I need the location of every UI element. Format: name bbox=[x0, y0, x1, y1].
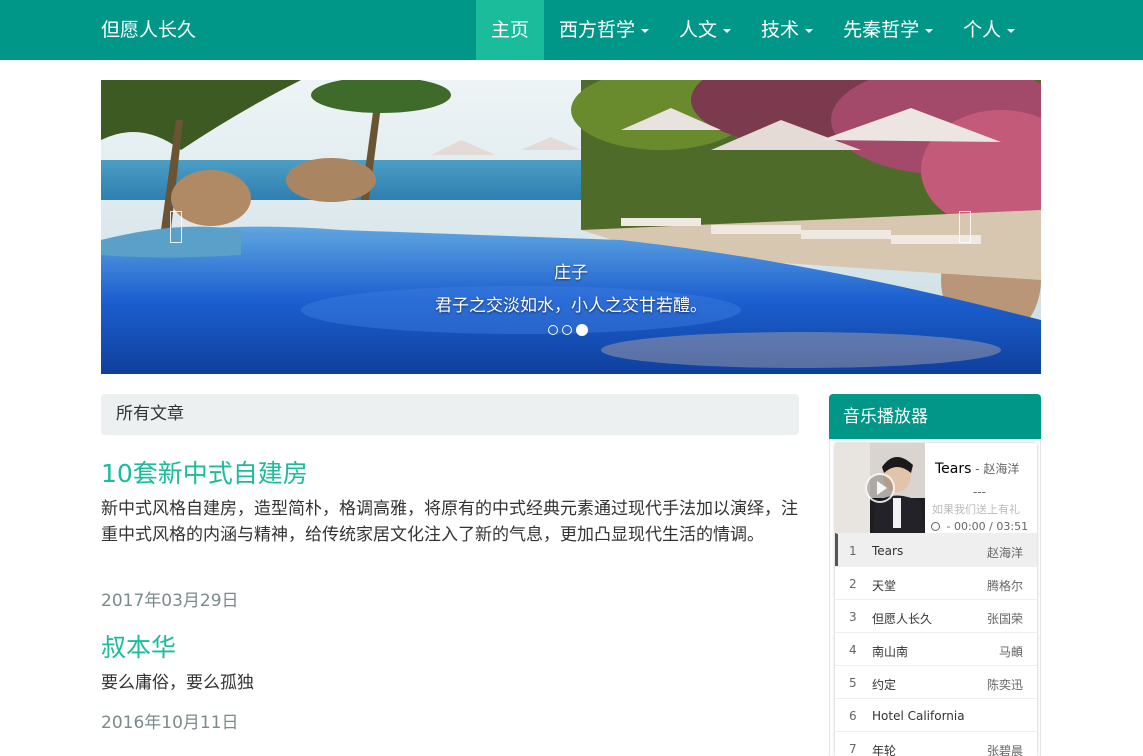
music-player-panel: Tears - 赵海洋 --- 如果我们送上有礼 - 00:00 / 03:51… bbox=[829, 439, 1041, 756]
track-artist: 张国荣 bbox=[986, 612, 1023, 626]
track-index: 3 bbox=[849, 610, 857, 624]
caret-down-icon bbox=[1007, 28, 1016, 33]
track-artist: 腾格尔 bbox=[986, 579, 1023, 593]
nav-item-humanities[interactable]: 人文 bbox=[664, 0, 746, 60]
nav-label: 西方哲学 bbox=[559, 19, 636, 41]
hero-carousel: 庄子 君子之交淡如水，小人之交甘若醴。 bbox=[101, 80, 1041, 374]
track-artist: 马頔 bbox=[998, 645, 1023, 659]
time-readout: 00:00 / 03:51 bbox=[953, 520, 1029, 533]
article-title-link[interactable]: 叔本华 bbox=[101, 628, 176, 664]
carousel-caption-text: 君子之交淡如水，小人之交甘若醴。 bbox=[435, 296, 707, 316]
track-title: Hotel California bbox=[872, 709, 965, 723]
now-playing-title: Tears bbox=[935, 461, 972, 477]
album-cover bbox=[835, 443, 925, 533]
track-index: 6 bbox=[849, 709, 857, 723]
caret-down-icon bbox=[925, 28, 934, 33]
carousel-next-control[interactable] bbox=[959, 211, 971, 243]
carousel-caption-title: 庄子 bbox=[554, 263, 588, 283]
article-summary: 要么庸俗，要么孤独 bbox=[101, 673, 254, 693]
carousel-prev-control[interactable] bbox=[170, 211, 182, 243]
article-date: 2016年10月11日 bbox=[101, 713, 239, 733]
track-title: Tears bbox=[872, 544, 904, 558]
article-date: 2017年03月29日 bbox=[101, 591, 239, 611]
carousel-indicator[interactable] bbox=[548, 325, 558, 335]
nav-label: 先秦哲学 bbox=[843, 19, 920, 41]
track-index: 1 bbox=[849, 544, 857, 558]
nav-item-western-philosophy[interactable]: 西方哲学 bbox=[544, 0, 664, 60]
playlist-item[interactable]: 4 南山南 马頔 bbox=[835, 632, 1037, 665]
nav-item-personal[interactable]: 个人 bbox=[948, 0, 1030, 60]
main-nav: 主页 西方哲学 人文 技术 先秦哲学 个人 bbox=[476, 0, 1030, 60]
audio-player: Tears - 赵海洋 --- 如果我们送上有礼 - 00:00 / 03:51… bbox=[835, 443, 1037, 756]
track-index: 4 bbox=[849, 643, 857, 657]
site-brand[interactable]: 但愿人长久 bbox=[101, 0, 196, 60]
nav-item-pre-qin-philosophy[interactable]: 先秦哲学 bbox=[828, 0, 948, 60]
caret-down-icon bbox=[805, 28, 814, 33]
track-title: 南山南 bbox=[872, 645, 909, 659]
track-artist: 赵海洋 bbox=[986, 546, 1023, 560]
track-artist: 张碧晨 bbox=[986, 744, 1023, 756]
now-playing-info: Tears - 赵海洋 bbox=[935, 460, 1019, 477]
playback-time: - 00:00 / 03:51 bbox=[931, 520, 1028, 533]
music-player-heading: 音乐播放器 bbox=[829, 394, 1041, 439]
nav-label: 人文 bbox=[679, 19, 718, 41]
carousel-indicators bbox=[548, 324, 588, 336]
now-playing-artist: - 赵海洋 bbox=[971, 462, 1020, 476]
playlist-item-playing[interactable]: 1 Tears 赵海洋 bbox=[835, 533, 1037, 566]
track-title: 天堂 bbox=[872, 579, 897, 593]
track-index: 2 bbox=[849, 577, 857, 591]
track-index: 5 bbox=[849, 676, 857, 690]
article-title-link[interactable]: 10套新中式自建房 bbox=[101, 454, 308, 490]
article-summary: 新中式风格自建房，造型简朴，格调高雅，将原有的中式经典元素通过现代手法加以演绎，… bbox=[101, 499, 798, 545]
carousel-indicator[interactable] bbox=[562, 325, 572, 335]
playlist-item[interactable]: 2 天堂 腾格尔 bbox=[835, 566, 1037, 599]
play-button[interactable] bbox=[865, 473, 895, 503]
playlist: 1 Tears 赵海洋 2 天堂 腾格尔 3 但愿人长久 张国荣 4 南山南 马… bbox=[835, 533, 1037, 756]
progress-knob-icon[interactable] bbox=[931, 522, 940, 531]
caret-down-icon bbox=[641, 28, 650, 33]
lyric-line: 如果我们送上有礼 bbox=[932, 503, 1020, 516]
track-index: 7 bbox=[849, 742, 857, 756]
nav-label: 个人 bbox=[963, 19, 1002, 41]
caret-down-icon bbox=[723, 28, 732, 33]
nav-item-technology[interactable]: 技术 bbox=[746, 0, 828, 60]
lyric-separator: --- bbox=[973, 485, 986, 499]
track-title: 年轮 bbox=[872, 744, 897, 756]
playlist-item[interactable]: 7 年轮 张碧晨 bbox=[835, 731, 1037, 756]
top-navbar: 但愿人长久 主页 西方哲学 人文 技术 先秦哲学 个人 bbox=[0, 0, 1143, 60]
playlist-item[interactable]: 3 但愿人长久 张国荣 bbox=[835, 599, 1037, 632]
track-title: 约定 bbox=[872, 678, 897, 692]
track-artist: 陈奕迅 bbox=[986, 678, 1023, 692]
nav-label: 技术 bbox=[761, 19, 800, 41]
playlist-item[interactable]: 6 Hotel California bbox=[835, 698, 1037, 731]
articles-heading: 所有文章 bbox=[101, 394, 799, 435]
track-title: 但愿人长久 bbox=[872, 612, 933, 626]
playlist-item[interactable]: 5 约定 陈奕迅 bbox=[835, 665, 1037, 698]
nav-label: 主页 bbox=[491, 19, 530, 41]
nav-item-home[interactable]: 主页 bbox=[476, 0, 545, 60]
carousel-indicator-active[interactable] bbox=[576, 324, 588, 336]
